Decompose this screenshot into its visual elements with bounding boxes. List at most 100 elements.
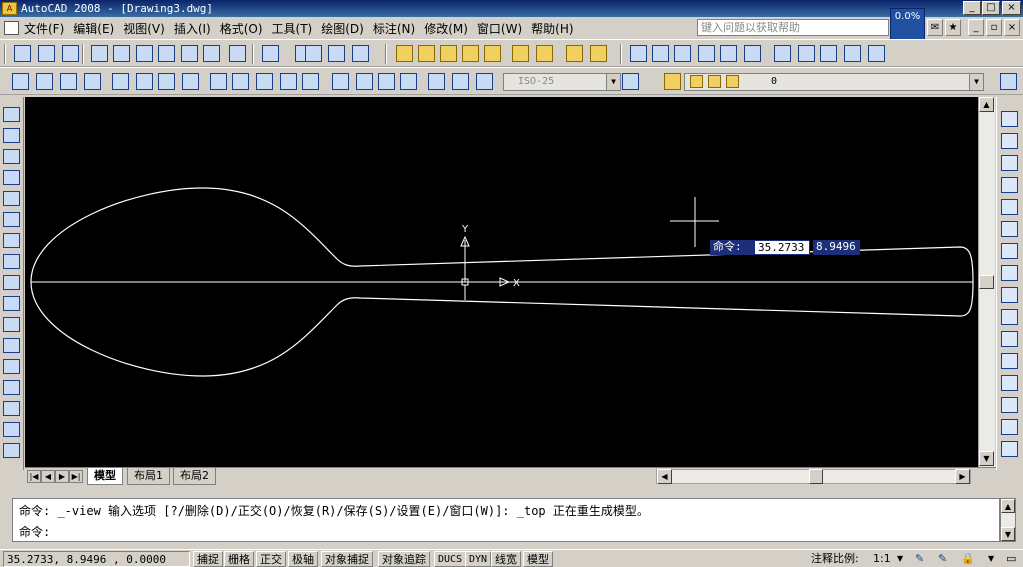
scale-icon[interactable]: [1001, 265, 1018, 281]
chevron-down-icon[interactable]: ▼: [894, 551, 906, 567]
region-icon[interactable]: [3, 443, 20, 458]
toggle-grid[interactable]: 栅格: [224, 551, 254, 567]
tab-prev-icon[interactable]: ◀: [41, 470, 55, 483]
make-block-icon[interactable]: [3, 359, 20, 374]
insert-block-icon[interactable]: [3, 338, 20, 353]
vertical-scrollbar[interactable]: ▲ ▼: [978, 97, 995, 467]
tab-layout2[interactable]: 布局2: [173, 468, 216, 485]
menu-file[interactable]: 文件(F): [24, 20, 73, 37]
command-scrollbar[interactable]: ▲ ▼: [1000, 498, 1016, 542]
open-icon[interactable]: [38, 45, 55, 62]
menu-draw[interactable]: 绘图(D): [321, 20, 373, 37]
move-icon[interactable]: [1001, 221, 1018, 237]
explode-icon[interactable]: [1001, 441, 1018, 457]
auto-scale-icon[interactable]: ✎: [935, 551, 950, 567]
lock-icon[interactable]: 🔒: [958, 551, 978, 567]
doc-minimize-button[interactable]: _: [968, 19, 984, 36]
offset-icon[interactable]: [1001, 177, 1018, 193]
maximize-button[interactable]: □: [982, 1, 1000, 15]
dim-diameter-icon[interactable]: [158, 73, 175, 90]
circle-icon[interactable]: [3, 233, 20, 248]
view-right-icon[interactable]: [698, 45, 715, 62]
menu-modify[interactable]: 修改(M): [424, 20, 477, 37]
spline-icon[interactable]: [3, 275, 20, 290]
view-iso-se-icon[interactable]: [798, 45, 815, 62]
erase-icon[interactable]: [1001, 111, 1018, 127]
dim-continue-icon[interactable]: [256, 73, 273, 90]
zoom-out-icon[interactable]: [536, 45, 553, 62]
dim-aligned-icon[interactable]: [36, 73, 53, 90]
zoom-previous-icon[interactable]: [440, 45, 457, 62]
join-icon[interactable]: [1001, 375, 1018, 391]
quick-dim-icon[interactable]: [210, 73, 227, 90]
zoom-icon[interactable]: [484, 45, 501, 62]
zoom-window-icon[interactable]: [418, 45, 435, 62]
matchprop-icon[interactable]: [229, 45, 246, 62]
stretch-icon[interactable]: [1001, 287, 1018, 303]
minimize-button[interactable]: _: [963, 1, 981, 15]
dim-arc-icon[interactable]: [60, 73, 77, 90]
toggle-otrack[interactable]: 对象追踪: [378, 551, 430, 567]
undo-icon[interactable]: [262, 45, 279, 62]
ellipse-arc-icon[interactable]: [3, 317, 20, 332]
dim-ordinate-icon[interactable]: [84, 73, 101, 90]
dim-space-icon[interactable]: [280, 73, 297, 90]
revcloud-icon[interactable]: [3, 254, 20, 269]
doc-restore-button[interactable]: ▫: [986, 19, 1002, 36]
dim-angular-icon[interactable]: [182, 73, 199, 90]
copy-object-icon[interactable]: [1001, 133, 1018, 149]
calculator-icon[interactable]: [328, 45, 345, 62]
view-iso-nw-icon[interactable]: [844, 45, 861, 62]
dynamic-input-y[interactable]: 8.9496: [813, 240, 860, 255]
tab-model[interactable]: 模型: [87, 468, 123, 485]
scroll-left-icon[interactable]: ◀: [657, 469, 672, 484]
doc-close-button[interactable]: ×: [1004, 19, 1020, 36]
menu-insert[interactable]: 插入(I): [174, 20, 220, 37]
hatch-icon[interactable]: [3, 401, 20, 416]
tab-next-icon[interactable]: ▶: [55, 470, 69, 483]
dim-jogged-icon[interactable]: [136, 73, 153, 90]
command-history[interactable]: 命令: _-view 输入选项 [?/删除(D)/正交(O)/恢复(R)/保存(…: [12, 498, 1000, 542]
point-icon[interactable]: [3, 380, 20, 395]
zoom-extents-icon[interactable]: [462, 45, 479, 62]
tab-layout1[interactable]: 布局1: [127, 468, 170, 485]
jogged-linear-icon[interactable]: [400, 73, 417, 90]
hscroll-thumb[interactable]: [809, 469, 823, 484]
toggle-lineweight[interactable]: 线宽: [491, 551, 521, 567]
dim-linear-icon[interactable]: [12, 73, 29, 90]
horizontal-scrollbar[interactable]: ◀ ▶: [656, 469, 971, 484]
array-icon[interactable]: [1001, 199, 1018, 215]
scroll-down-icon[interactable]: ▼: [1001, 527, 1015, 541]
break-icon[interactable]: [1001, 353, 1018, 369]
scroll-up-icon[interactable]: ▲: [979, 97, 994, 112]
clean-screen-icon[interactable]: ▭: [1003, 551, 1019, 567]
new-icon[interactable]: [14, 45, 31, 62]
help-search-input[interactable]: 键入问题以获取帮助: [697, 19, 889, 36]
copy-icon[interactable]: [181, 45, 198, 62]
toggle-ortho[interactable]: 正交: [256, 551, 286, 567]
dim-edit-icon[interactable]: [428, 73, 445, 90]
menu-dimension[interactable]: 标注(N): [373, 20, 424, 37]
sun-icon[interactable]: [708, 75, 721, 88]
comm-center-icon[interactable]: ✉: [927, 19, 943, 36]
dimstyle-select[interactable]: ISO-25 ▼: [503, 73, 621, 91]
mirror-icon[interactable]: [1001, 155, 1018, 171]
rotate-icon[interactable]: [1001, 243, 1018, 259]
view-front-icon[interactable]: [720, 45, 737, 62]
dimstyle-manager-icon[interactable]: [622, 73, 639, 90]
view-bottom-icon[interactable]: [652, 45, 669, 62]
color-square-icon[interactable]: [726, 75, 739, 88]
dim-text-edit-icon[interactable]: [452, 73, 469, 90]
zoom-scale-icon[interactable]: [590, 45, 607, 62]
fillet-icon[interactable]: [1001, 419, 1018, 435]
ellipse-icon[interactable]: [3, 296, 20, 311]
favorites-star-icon[interactable]: ★: [945, 19, 961, 36]
tray-menu-icon[interactable]: ▼: [985, 551, 997, 567]
properties-icon[interactable]: [352, 45, 369, 62]
view-back-icon[interactable]: [744, 45, 761, 62]
cut-icon[interactable]: [158, 45, 175, 62]
view-left-icon[interactable]: [674, 45, 691, 62]
arc-icon[interactable]: [3, 212, 20, 227]
annotation-visibility-icon[interactable]: ✎: [912, 551, 927, 567]
zoom-in-icon[interactable]: [512, 45, 529, 62]
